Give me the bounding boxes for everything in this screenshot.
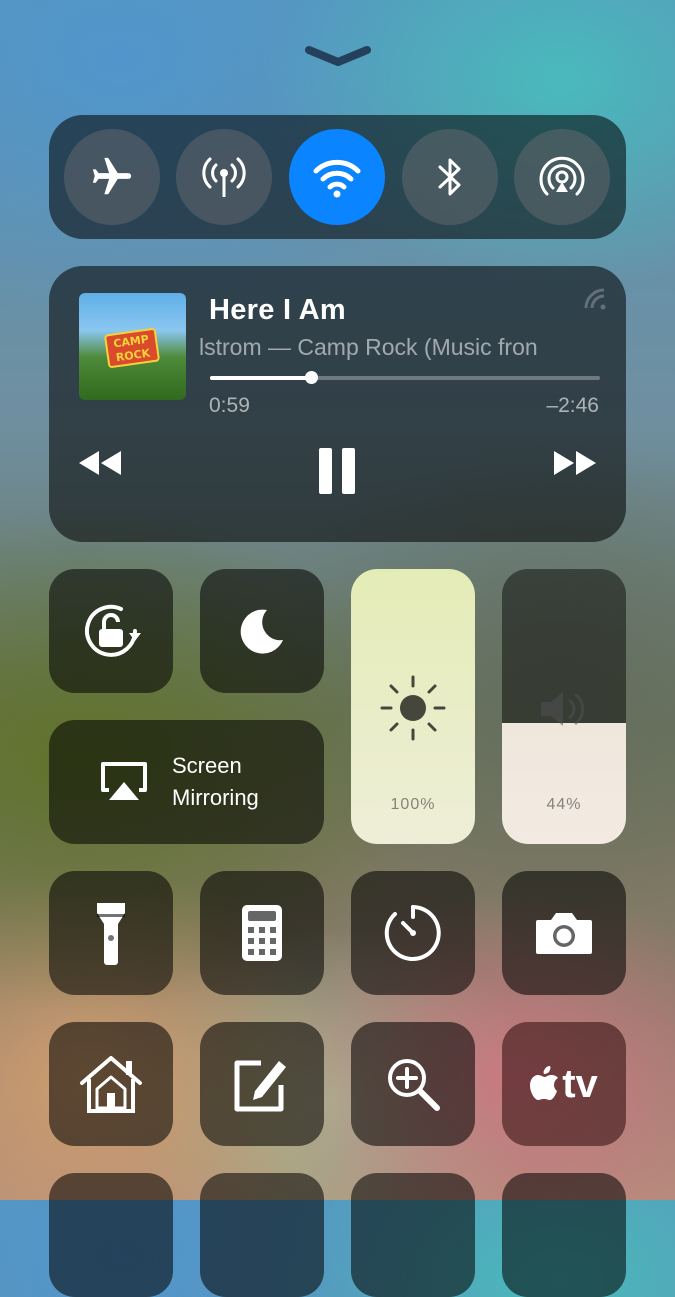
calculator-icon	[242, 905, 282, 961]
home-icon	[80, 1056, 142, 1113]
magnifier-icon	[388, 1059, 440, 1111]
rewind-button[interactable]	[77, 448, 123, 483]
brightness-slider[interactable]: 100%	[351, 569, 475, 844]
screen-mirroring-label-line1: Screen	[172, 753, 242, 778]
camera-button[interactable]	[502, 871, 626, 995]
dismiss-chevron-icon[interactable]	[305, 40, 371, 70]
album-art-logo: CAMP ROCK	[103, 327, 161, 369]
antenna-icon	[202, 157, 246, 197]
screen-mirroring-label-line2: Mirroring	[172, 785, 259, 810]
brightness-value: 100%	[390, 796, 436, 813]
control-tile-row5-2[interactable]	[200, 1173, 324, 1297]
airplane-icon	[92, 157, 132, 195]
notes-icon	[234, 1060, 286, 1112]
airdrop-icon	[539, 156, 585, 196]
apple-tv-label: tv	[562, 1062, 598, 1106]
now-playing-panel: CAMP ROCK Here I Am lstrom — Camp Rock (…	[49, 266, 626, 542]
album-art[interactable]: CAMP ROCK	[79, 293, 186, 400]
control-tile-row5-4[interactable]	[502, 1173, 626, 1297]
do-not-disturb-button[interactable]	[200, 569, 324, 693]
timer-icon	[384, 905, 441, 961]
airplay-icon	[101, 762, 147, 800]
airdrop-button[interactable]	[514, 129, 610, 225]
song-title: Here I Am	[209, 294, 347, 326]
volume-slider[interactable]: 44%	[502, 569, 626, 844]
volume-value: 44%	[546, 796, 582, 813]
calculator-button[interactable]	[200, 871, 324, 995]
screen-mirroring-label: Screen Mirroring	[172, 750, 259, 814]
speaker-icon	[541, 692, 585, 726]
rewind-icon	[79, 451, 121, 475]
control-tile-row5-1[interactable]	[49, 1173, 173, 1297]
sun-icon	[380, 675, 446, 741]
screen-mirroring-button[interactable]: Screen Mirroring	[49, 720, 324, 844]
fast-forward-icon	[554, 451, 596, 475]
cellular-data-button[interactable]	[176, 129, 272, 225]
moon-icon	[240, 609, 283, 654]
orientation-lock-icon	[85, 604, 141, 657]
playback-scrubber[interactable]	[210, 371, 600, 384]
pause-icon	[319, 448, 355, 494]
wifi-icon	[313, 159, 361, 198]
magnifier-button[interactable]	[351, 1022, 475, 1146]
control-tile-row5-3[interactable]	[351, 1173, 475, 1297]
audio-airplay-icon[interactable]	[582, 286, 608, 317]
timer-button[interactable]	[351, 871, 475, 995]
remaining-time: –2:46	[546, 394, 599, 417]
playback-progress-fill	[210, 376, 312, 380]
elapsed-time: 0:59	[209, 394, 250, 417]
apple-tv-remote-button[interactable]: tv	[502, 1022, 626, 1146]
playback-scrubber-knob[interactable]	[305, 371, 319, 384]
airplane-mode-button[interactable]	[64, 129, 160, 225]
song-subtitle-text: lstrom — Camp Rock (Music fron	[199, 334, 538, 360]
fast-forward-button[interactable]	[552, 448, 598, 483]
camera-icon	[536, 913, 592, 954]
volume-level-fill	[502, 723, 626, 844]
flashlight-icon	[97, 903, 125, 965]
wifi-button[interactable]	[289, 129, 385, 225]
apple-tv-icon	[530, 1066, 559, 1100]
bluetooth-button[interactable]	[402, 129, 498, 225]
orientation-lock-button[interactable]	[49, 569, 173, 693]
home-button[interactable]	[49, 1022, 173, 1146]
pause-button[interactable]	[317, 446, 357, 501]
connectivity-panel	[49, 115, 626, 239]
notes-button[interactable]	[200, 1022, 324, 1146]
bluetooth-icon	[438, 158, 461, 196]
song-subtitle: lstrom — Camp Rock (Music fron	[199, 334, 559, 361]
flashlight-button[interactable]	[49, 871, 173, 995]
